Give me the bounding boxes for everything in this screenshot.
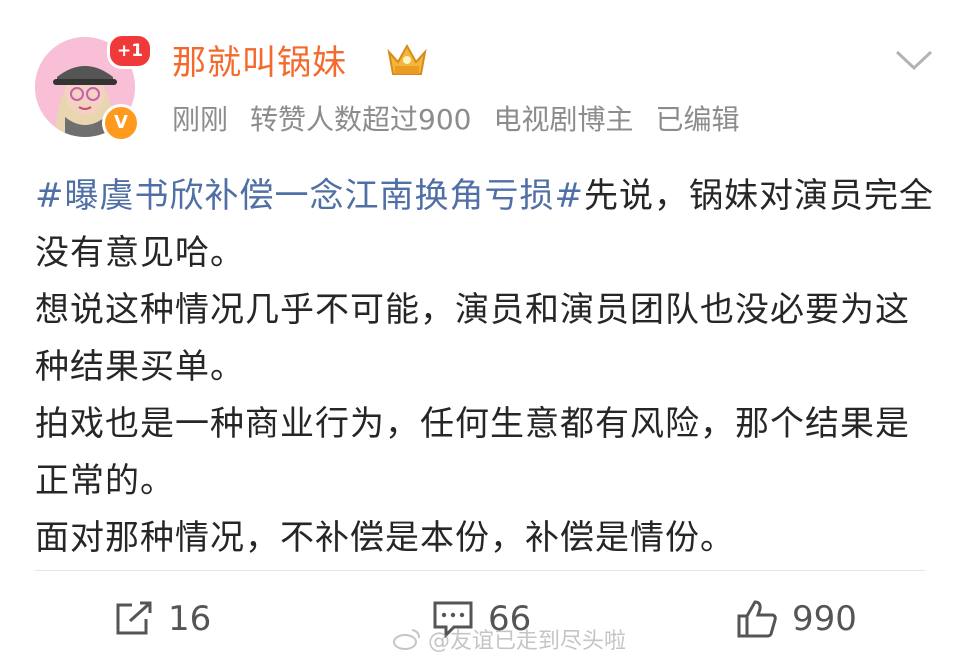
username[interactable]: 那就叫锅妹	[172, 40, 347, 86]
author-role[interactable]: 电视剧博主	[493, 103, 633, 136]
verified-badge: V	[102, 104, 140, 142]
like-button[interactable]: 990	[736, 596, 857, 642]
post-content: #曝虞书欣补偿一念江南换角亏损#先说，锅妹对演员完全没有意见哈。 想说这种情况几…	[35, 168, 935, 567]
repost-like-note: 转赞人数超过900	[250, 103, 472, 136]
post-line-1: #曝虞书欣补偿一念江南换角亏损#先说，锅妹对演员完全没有意见哈。	[35, 168, 935, 282]
watermark: @友谊已走到尽头啦	[392, 623, 626, 655]
watermark-text: @友谊已走到尽头啦	[428, 629, 627, 654]
post-meta: 刚刚 转赞人数超过900 电视剧博主 已编辑	[172, 100, 762, 140]
chevron-down-icon[interactable]	[894, 48, 934, 78]
repost-icon	[116, 601, 152, 635]
crown-badge-icon[interactable]	[385, 40, 429, 84]
thumbs-up-icon	[737, 600, 777, 638]
post-line-2: 想说这种情况几乎不可能，演员和演员团队也没必要为这种结果买单。	[35, 290, 910, 387]
divider	[35, 570, 925, 571]
repost-button[interactable]: 16	[114, 596, 211, 642]
post-line-3: 拍戏也是一种商业行为，任何生意都有风险，那个结果是正常的。	[35, 404, 910, 501]
hashtag-link[interactable]: #曝虞书欣补偿一念江南换角亏损#	[35, 176, 584, 216]
edited-label: 已编辑	[655, 103, 740, 136]
weibo-logo-icon	[393, 629, 420, 650]
post-line-4: 面对那种情况，不补偿是本份，补偿是情份。	[35, 518, 735, 558]
repost-count: 16	[168, 599, 212, 639]
notification-badge: +1	[107, 33, 153, 69]
like-count: 990	[792, 599, 857, 639]
post-time: 刚刚	[172, 103, 229, 136]
